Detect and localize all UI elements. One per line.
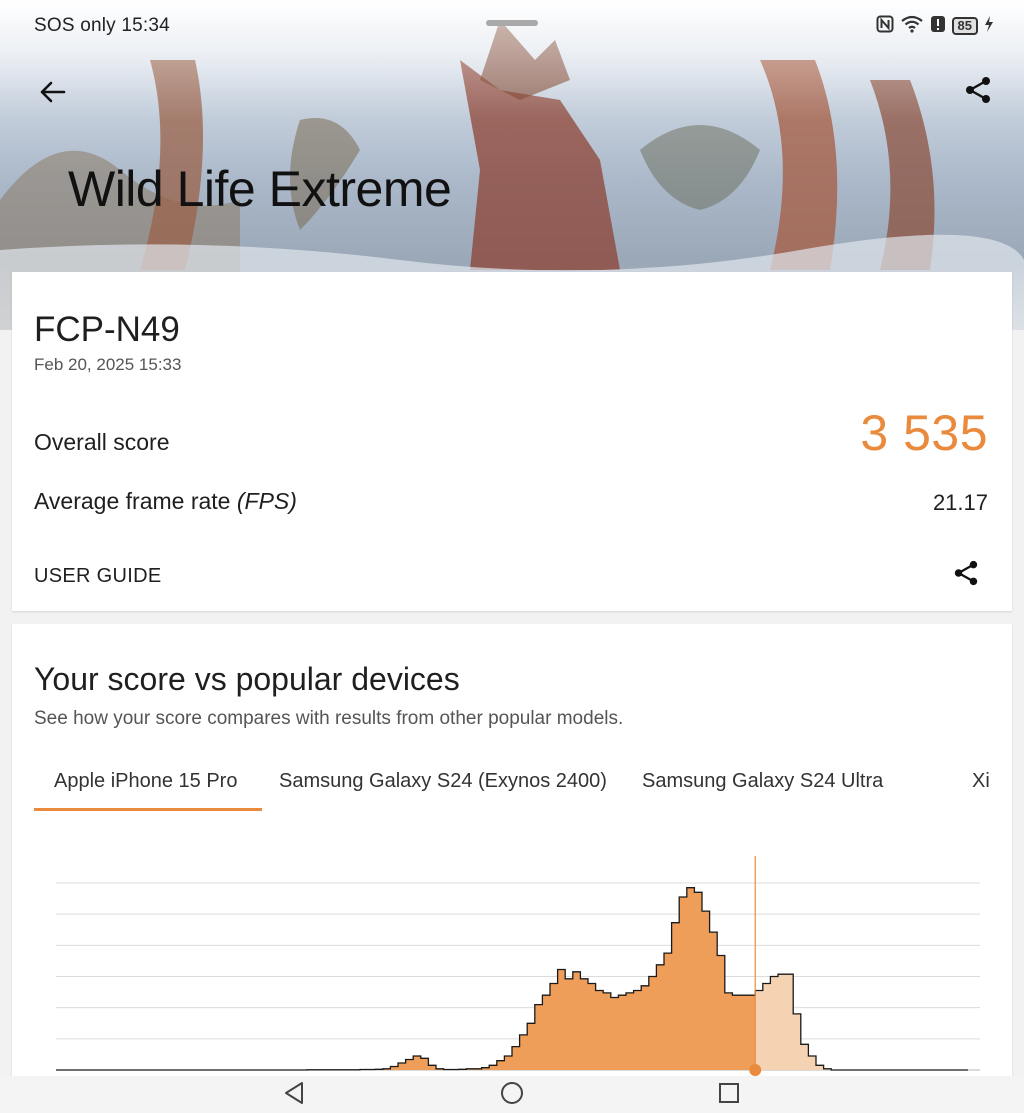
overall-score-value: 3 535 bbox=[860, 405, 988, 461]
arrow-left-icon bbox=[38, 80, 66, 109]
nav-back-button[interactable] bbox=[279, 1081, 309, 1109]
system-nav-bar bbox=[0, 1076, 1024, 1113]
fps-label: Average frame rate (FPS) bbox=[34, 488, 297, 515]
alert-icon bbox=[930, 15, 946, 38]
nav-home-button[interactable] bbox=[497, 1081, 527, 1109]
comparison-title: Your score vs popular devices bbox=[34, 661, 460, 697]
your-score-marker-dot bbox=[749, 1064, 762, 1076]
result-date: Feb 20, 2025 15:33 bbox=[34, 355, 182, 374]
fps-value: 21.17 bbox=[932, 490, 988, 515]
overall-score-label: Overall score bbox=[34, 429, 170, 455]
app-screen: SOS only 15:34 85 Wild Life Extreme FCP-… bbox=[0, 0, 1024, 1113]
recents-square-icon bbox=[718, 1082, 740, 1109]
share-icon bbox=[963, 75, 993, 110]
nfc-icon bbox=[876, 15, 894, 38]
page-title: Wild Life Extreme bbox=[68, 161, 452, 217]
tab-xi[interactable]: Xi bbox=[972, 770, 990, 793]
status-icons: 85 bbox=[876, 14, 994, 38]
device-name: FCP-N49 bbox=[34, 310, 180, 349]
share-result-button[interactable] bbox=[948, 557, 984, 593]
tab-indicator bbox=[34, 808, 262, 811]
tab-samsung-galaxy-s24-ultra[interactable]: Samsung Galaxy S24 Ultra bbox=[642, 770, 883, 793]
user-guide-link[interactable]: USER GUIDE bbox=[34, 565, 161, 588]
charging-icon bbox=[984, 15, 994, 37]
distribution-outline bbox=[56, 887, 968, 1071]
back-button[interactable] bbox=[32, 74, 72, 114]
back-triangle-icon bbox=[283, 1081, 305, 1110]
battery-icon: 85 bbox=[951, 17, 978, 35]
fps-label-unit: (FPS) bbox=[236, 488, 297, 514]
distribution-area-below-score bbox=[56, 887, 756, 1070]
comparison-card: Your score vs popular devices See how yo… bbox=[12, 624, 1012, 1084]
share-button[interactable] bbox=[958, 72, 998, 112]
status-bar: SOS only 15:34 85 bbox=[0, 0, 1024, 52]
comparison-subtitle: See how your score compares with results… bbox=[34, 708, 624, 729]
tab-samsung-galaxy-s24-exynos[interactable]: Samsung Galaxy S24 (Exynos 2400) bbox=[279, 770, 607, 793]
distribution-area-above-score bbox=[755, 974, 968, 1070]
home-circle-icon bbox=[500, 1081, 524, 1110]
tab-apple-iphone-15-pro[interactable]: Apple iPhone 15 Pro bbox=[54, 770, 237, 793]
device-tabs: Apple iPhone 15 Pro Samsung Galaxy S24 (… bbox=[12, 762, 1012, 814]
wifi-icon bbox=[900, 15, 924, 38]
drag-handle[interactable] bbox=[486, 20, 538, 26]
result-card: FCP-N49 Feb 20, 2025 15:33 Overall score… bbox=[12, 272, 1012, 611]
fps-label-text: Average frame rate bbox=[34, 488, 237, 514]
score-distribution-chart bbox=[56, 856, 980, 1076]
status-text: SOS only 15:34 bbox=[34, 15, 170, 36]
nav-recents-button[interactable] bbox=[714, 1081, 744, 1109]
share-icon bbox=[952, 559, 980, 592]
